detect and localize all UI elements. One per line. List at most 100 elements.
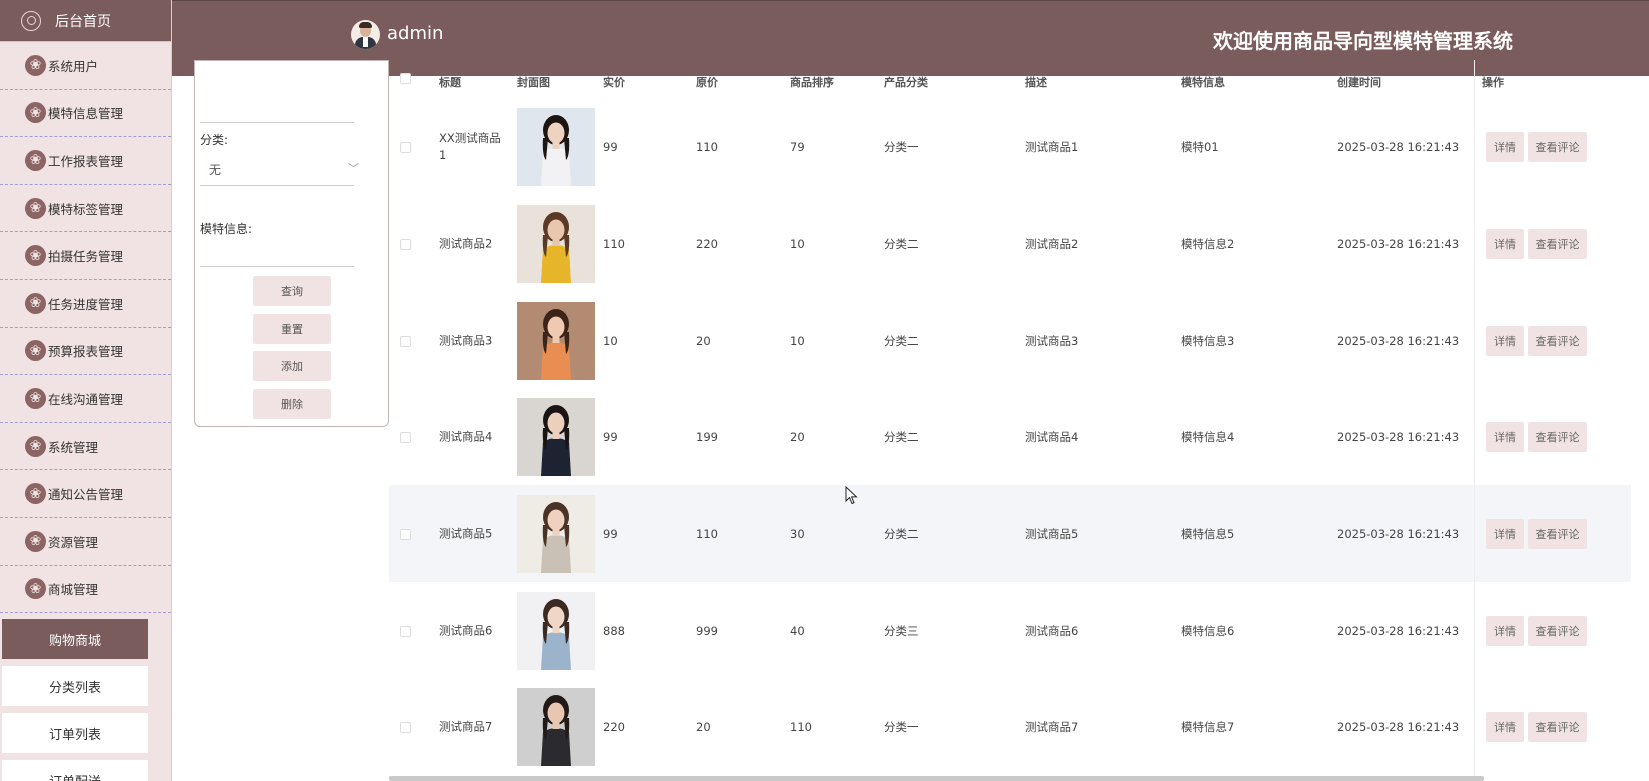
- detail-button[interactable]: 详情: [1486, 519, 1524, 549]
- view-comments-button[interactable]: 查看评论: [1528, 422, 1587, 452]
- view-comments-button[interactable]: 查看评论: [1528, 326, 1587, 356]
- col-title[interactable]: 标题: [439, 74, 461, 90]
- flower-icon: [25, 102, 46, 124]
- table-row[interactable]: 测试商品4 99 199 20 分类二 测试商品4 模特信息4 2025-03-28 16:2…: [389, 388, 1631, 485]
- view-comments-button[interactable]: 查看评论: [1528, 712, 1587, 742]
- cell-orig-price: 999: [696, 623, 718, 638]
- sidebar-item-model-tags[interactable]: 模特标签管理: [0, 185, 171, 233]
- cell-description: 测试商品1: [1025, 139, 1079, 154]
- select-all-checkbox[interactable]: [400, 73, 411, 84]
- sidebar-item-system-admin[interactable]: 系统管理: [0, 423, 171, 471]
- sidebar-item-shoot-tasks[interactable]: 拍摄任务管理: [0, 232, 171, 280]
- cell-model: 模特信息6: [1181, 623, 1235, 638]
- row-checkbox[interactable]: [400, 335, 411, 347]
- cell-category: 分类三: [884, 623, 919, 638]
- view-comments-button[interactable]: 查看评论: [1528, 132, 1587, 162]
- sidebar-item-model-info[interactable]: 模特信息管理: [0, 90, 171, 138]
- sidebar-item-resources[interactable]: 资源管理: [0, 518, 171, 566]
- cell-title: 测试商品2: [439, 236, 493, 250]
- table-row[interactable]: 测试商品5 99 110 30 分类二 测试商品5 模特信息5 2025-03-28 16:2…: [389, 485, 1631, 582]
- sidebar-item-notices[interactable]: 通知公告管理: [0, 470, 171, 518]
- username: admin: [387, 23, 444, 44]
- query-button[interactable]: 查询: [253, 276, 331, 306]
- cover-image: [517, 205, 595, 283]
- sidebar-item-work-report[interactable]: 工作报表管理: [0, 137, 171, 185]
- col-price[interactable]: 实价: [603, 74, 625, 90]
- cell-price: 110: [603, 236, 625, 251]
- sidebar-subitem-delivery[interactable]: 订单配送: [2, 760, 148, 781]
- sidebar-subitem-orders[interactable]: 订单列表: [2, 713, 148, 754]
- cell-created-time: 2025-03-28 16:21:43: [1337, 429, 1460, 444]
- view-comments-button[interactable]: 查看评论: [1528, 519, 1587, 549]
- sidebar-subitem-shop[interactable]: 购物商城: [2, 619, 148, 660]
- col-sort[interactable]: 商品排序: [790, 74, 834, 90]
- row-checkbox[interactable]: [400, 238, 411, 250]
- col-cover: 封面图: [517, 76, 550, 89]
- table-row[interactable]: 测试商品2 110 220 10 分类二 测试商品2 模特信息2 2025-03-28 16:…: [389, 195, 1631, 292]
- sidebar-item-budget-report[interactable]: 预算报表管理: [0, 328, 171, 376]
- table-row[interactable]: 测试商品6 888 999 40 分类三 测试商品6 模特信息6 2025-03-28 16:…: [389, 582, 1631, 679]
- cell-model: 模特01: [1181, 139, 1219, 154]
- col-created[interactable]: 创建时间: [1337, 74, 1381, 90]
- flower-icon: [25, 340, 46, 362]
- table-row[interactable]: 测试商品3 10 20 10 分类二 测试商品3 模特信息3 2025-03-28 16:21…: [389, 292, 1631, 389]
- reset-button[interactable]: 重置: [253, 314, 331, 344]
- view-comments-button[interactable]: 查看评论: [1528, 229, 1587, 259]
- cell-sort: 10: [790, 236, 805, 251]
- detail-button[interactable]: 详情: [1486, 712, 1524, 742]
- cell-price: 99: [603, 526, 618, 541]
- detail-button[interactable]: 详情: [1486, 422, 1524, 452]
- mouse-cursor-icon: [845, 486, 858, 505]
- detail-button[interactable]: 详情: [1486, 132, 1524, 162]
- horizontal-scrollbar[interactable]: [389, 776, 1484, 781]
- cell-model: 模特信息2: [1181, 236, 1235, 251]
- row-checkbox[interactable]: [400, 141, 411, 153]
- sidebar-item-label: 模特标签管理: [48, 201, 124, 217]
- cell-category: 分类二: [884, 526, 919, 541]
- avatar[interactable]: [351, 20, 380, 49]
- view-comments-button[interactable]: 查看评论: [1528, 616, 1587, 646]
- sidebar-item-task-progress[interactable]: 任务进度管理: [0, 280, 171, 328]
- cell-created-time: 2025-03-28 16:21:43: [1337, 139, 1460, 154]
- flower-icon: [25, 149, 46, 171]
- cell-description: 测试商品2: [1025, 236, 1079, 251]
- title-input[interactable]: [200, 122, 354, 123]
- sidebar-item-mall[interactable]: 商城管理: [0, 566, 171, 614]
- cell-model: 模特信息4: [1181, 429, 1235, 444]
- sidebar-home[interactable]: 后台首页: [0, 0, 171, 42]
- cell-title: 测试商品3: [439, 333, 493, 347]
- detail-button[interactable]: 详情: [1486, 229, 1524, 259]
- flower-icon: [25, 435, 46, 457]
- row-checkbox[interactable]: [400, 528, 411, 540]
- row-checkbox[interactable]: [400, 431, 411, 443]
- row-checkbox[interactable]: [400, 625, 411, 637]
- cell-created-time: 2025-03-28 16:21:43: [1337, 236, 1460, 251]
- category-value: 无: [209, 163, 222, 177]
- cell-price: 220: [603, 719, 625, 734]
- cover-image: [517, 495, 595, 573]
- cell-title: XX测试商品1: [439, 130, 501, 162]
- cell-description: 测试商品5: [1025, 526, 1079, 541]
- sidebar-item-system-users[interactable]: 系统用户: [0, 42, 171, 90]
- cell-created-time: 2025-03-28 16:21:43: [1337, 623, 1460, 638]
- row-checkbox[interactable]: [400, 721, 411, 733]
- cell-description: 测试商品7: [1025, 719, 1079, 734]
- add-button[interactable]: 添加: [253, 351, 331, 381]
- cover-image: [517, 302, 595, 380]
- sidebar-subitem-categories[interactable]: 分类列表: [2, 666, 148, 707]
- sidebar-item-label: 任务进度管理: [48, 296, 124, 312]
- detail-button[interactable]: 详情: [1486, 326, 1524, 356]
- sidebar-item-label: 商城管理: [48, 582, 99, 598]
- cell-category: 分类二: [884, 236, 919, 251]
- flower-icon: [25, 578, 46, 600]
- col-orig-price[interactable]: 原价: [696, 74, 718, 90]
- table-row[interactable]: 测试商品7 220 20 110 分类一 测试商品7 模特信息7 2025-03-28 16:…: [389, 678, 1631, 775]
- cell-orig-price: 20: [696, 719, 711, 734]
- model-info-input[interactable]: [200, 266, 354, 267]
- delete-button[interactable]: 删除: [253, 389, 331, 419]
- sidebar-item-online-chat[interactable]: 在线沟通管理: [0, 375, 171, 423]
- table-row[interactable]: XX测试商品1 99 110 79 分类一 测试商品1 模特01 2025-03-28 16:…: [389, 98, 1631, 195]
- cover-image: [517, 398, 595, 476]
- category-select[interactable]: 无 ﹀: [209, 161, 359, 178]
- detail-button[interactable]: 详情: [1486, 616, 1524, 646]
